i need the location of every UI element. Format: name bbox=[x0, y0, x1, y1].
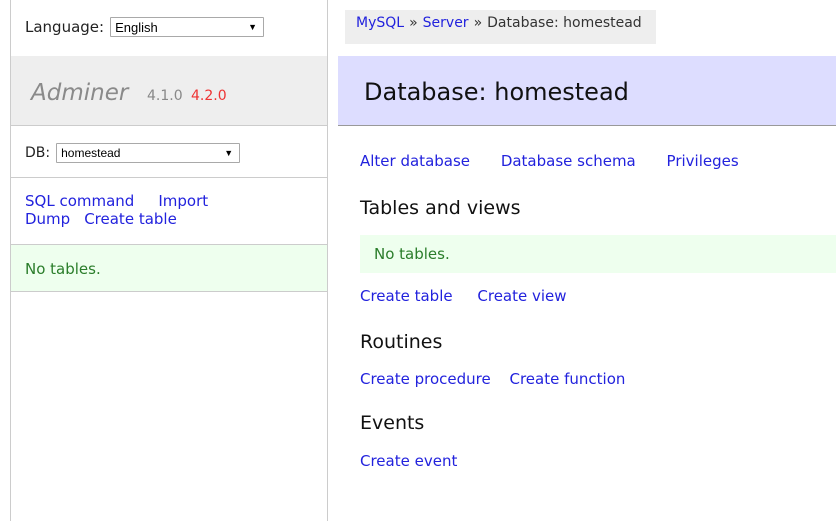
db-row: DB: homestead ▼ bbox=[25, 143, 241, 163]
breadcrumb: MySQL » Server » Database: homestead bbox=[345, 10, 656, 44]
create-procedure-link[interactable]: Create procedure bbox=[360, 370, 491, 388]
events-heading: Events bbox=[360, 412, 425, 434]
alter-database-link[interactable]: Alter database bbox=[360, 152, 470, 170]
chevron-down-icon: ▼ bbox=[248, 22, 258, 32]
sidebar-links: SQL command Import Dump Create table bbox=[25, 192, 218, 228]
import-link[interactable]: Import bbox=[158, 192, 208, 210]
routines-heading: Routines bbox=[360, 331, 443, 353]
database-schema-link[interactable]: Database schema bbox=[501, 152, 636, 170]
privileges-link[interactable]: Privileges bbox=[667, 152, 739, 170]
breadcrumb-separator: » bbox=[473, 15, 483, 31]
create-view-link[interactable]: Create view bbox=[477, 287, 566, 305]
version-current: 4.1.0 bbox=[147, 88, 183, 104]
language-label: Language: bbox=[25, 18, 105, 36]
breadcrumb-current: Database: homestead bbox=[487, 15, 642, 31]
divider bbox=[11, 177, 327, 178]
sidebar-message: No tables. bbox=[11, 244, 327, 292]
db-label: DB: bbox=[25, 145, 51, 161]
sidebar-links-row-2: Dump Create table bbox=[25, 210, 218, 228]
sidebar-create-table-link[interactable]: Create table bbox=[84, 210, 177, 228]
breadcrumb-mysql[interactable]: MySQL bbox=[356, 15, 404, 31]
events-actions: Create event bbox=[360, 452, 473, 470]
main-no-tables-text: No tables. bbox=[374, 245, 450, 263]
sidebar-no-tables-text: No tables. bbox=[25, 260, 101, 278]
page-header: Database: homestead bbox=[338, 56, 836, 126]
sql-command-link[interactable]: SQL command bbox=[25, 192, 134, 210]
db-select[interactable]: homestead ▼ bbox=[56, 143, 241, 163]
version-new-link[interactable]: 4.2.0 bbox=[191, 88, 227, 104]
page-title: Database: homestead bbox=[364, 78, 629, 106]
tables-actions: Create table Create view bbox=[360, 287, 583, 305]
create-function-link[interactable]: Create function bbox=[510, 370, 626, 388]
language-select[interactable]: English ▼ bbox=[110, 17, 265, 37]
language-select-value: English bbox=[115, 19, 158, 35]
routines-actions: Create procedure Create function bbox=[360, 370, 641, 388]
db-select-value: homestead bbox=[61, 146, 121, 160]
dump-link[interactable]: Dump bbox=[25, 210, 70, 228]
chevron-down-icon: ▼ bbox=[224, 148, 234, 158]
sidebar-links-row-1: SQL command Import bbox=[25, 192, 218, 210]
language-row: Language: English ▼ bbox=[25, 17, 265, 37]
database-actions: Alter database Database schema Privilege… bbox=[360, 152, 765, 170]
sidebar: Language: English ▼ Adminer 4.1.0 4.2.0 … bbox=[10, 0, 328, 521]
breadcrumb-server[interactable]: Server bbox=[423, 15, 469, 31]
breadcrumb-separator: » bbox=[409, 15, 418, 31]
logo-band: Adminer 4.1.0 4.2.0 bbox=[11, 56, 327, 126]
create-event-link[interactable]: Create event bbox=[360, 452, 457, 470]
tables-message: No tables. bbox=[360, 235, 836, 273]
tables-heading: Tables and views bbox=[360, 197, 521, 219]
adminer-logo-link[interactable]: Adminer bbox=[31, 80, 128, 106]
create-table-link[interactable]: Create table bbox=[360, 287, 453, 305]
